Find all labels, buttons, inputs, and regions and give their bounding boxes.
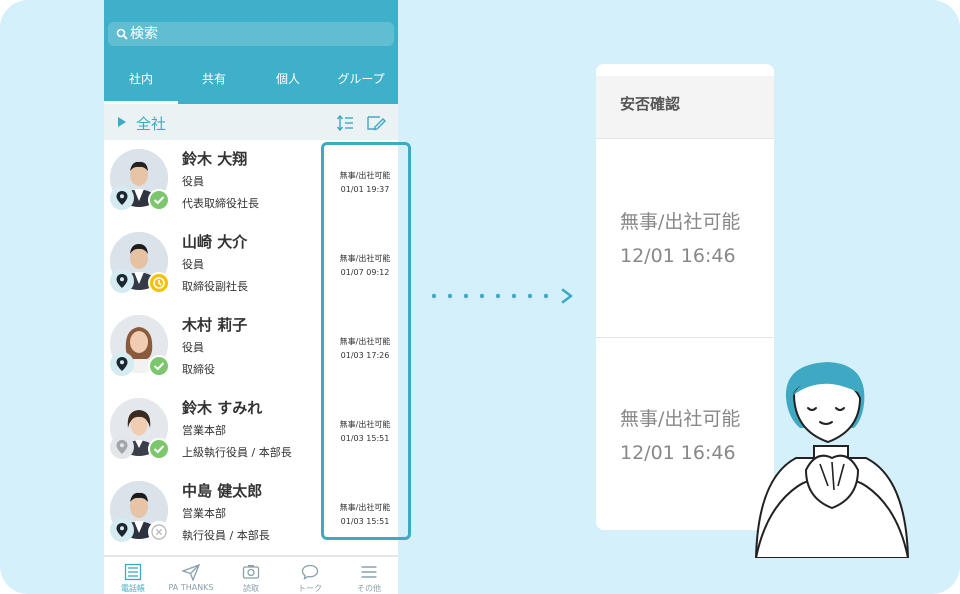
chat-bubble-icon (301, 564, 319, 580)
card-entry-time: 12/01 16:46 (620, 442, 736, 464)
contact-title: 取締役副社長 (182, 280, 248, 293)
card-entry-status: 無事/出社可能 (620, 408, 741, 430)
status-pending-clock-icon (148, 272, 170, 294)
nav-pa-thanks[interactable]: PA THANKS (162, 561, 220, 594)
nav-scan[interactable]: 読取 (222, 561, 280, 594)
contact-name: 山崎 大介 (182, 233, 248, 251)
location-pin-icon[interactable] (110, 518, 134, 542)
nav-other[interactable]: その他 (340, 561, 398, 594)
search-input[interactable]: 検索 (108, 22, 394, 46)
card-entry-time: 12/01 16:46 (620, 245, 736, 267)
location-pin-icon[interactable] (110, 352, 134, 376)
app-header: 検索 社内 共有 個人 グループ (104, 0, 398, 104)
tab-personal[interactable]: 個人 (251, 64, 325, 104)
relieved-woman-illustration (754, 362, 910, 558)
nav-label: 読取 (243, 584, 259, 593)
sort-icon[interactable] (336, 114, 354, 132)
nav-label: トーク (298, 584, 322, 593)
phonebook-icon (124, 563, 142, 581)
location-pin-icon[interactable] (110, 435, 134, 459)
expand-triangle-icon (118, 117, 126, 127)
search-icon (116, 28, 128, 40)
group-selector[interactable]: 全社 (104, 104, 398, 140)
tab-bar: 社内 共有 個人 グループ (104, 64, 398, 104)
illustration-stage: 検索 社内 共有 個人 グループ 全社 鈴木 大翔 役員 代表取締役社長 無事/… (0, 0, 960, 594)
contact-department: 役員 (182, 341, 204, 354)
status-unavailable-icon (148, 521, 170, 543)
tab-shared[interactable]: 共有 (177, 64, 251, 104)
card-header: 安否確認 (596, 76, 774, 139)
nav-talk[interactable]: トーク (281, 561, 339, 594)
contact-department: 役員 (182, 175, 204, 188)
tab-group[interactable]: グループ (324, 64, 398, 104)
contact-title: 執行役員 / 本部長 (182, 529, 270, 542)
contact-name: 鈴木 大翔 (182, 150, 248, 168)
nav-label: その他 (357, 584, 381, 593)
tab-internal[interactable]: 社内 (104, 64, 178, 104)
nav-phonebook[interactable]: 電話帳 (104, 561, 162, 594)
paper-plane-icon (182, 563, 200, 581)
card-entry-status: 無事/出社可能 (620, 211, 741, 233)
status-ok-icon (148, 438, 170, 460)
card-header-label: 安否確認 (620, 95, 681, 113)
menu-icon (361, 566, 377, 578)
nav-label: 電話帳 (121, 584, 145, 593)
contact-title: 上級執行役員 / 本部長 (182, 446, 292, 459)
contact-name: 木村 莉子 (182, 316, 248, 334)
location-pin-icon[interactable] (110, 186, 134, 210)
group-name: 全社 (136, 115, 167, 133)
contact-name: 鈴木 すみれ (182, 399, 263, 417)
camera-scan-icon (242, 565, 260, 579)
status-ok-icon (148, 355, 170, 377)
contact-department: 営業本部 (182, 507, 226, 520)
contact-name: 中島 健太郎 (182, 482, 263, 500)
nav-label: PA THANKS (168, 583, 214, 592)
dotted-arrow-icon (431, 288, 573, 304)
contact-title: 代表取締役社長 (182, 197, 259, 210)
card-entry: 無事/出社可能 12/01 16:46 (596, 139, 774, 338)
contact-title: 取締役 (182, 363, 215, 376)
contact-department: 役員 (182, 258, 204, 271)
contact-department: 営業本部 (182, 424, 226, 437)
status-ok-icon (148, 189, 170, 211)
bottom-navigation: 電話帳 PA THANKS 読取 トーク その他 (104, 556, 398, 594)
search-placeholder: 検索 (130, 26, 158, 42)
safety-column-highlight (321, 142, 411, 540)
location-pin-icon[interactable] (110, 269, 134, 293)
edit-icon[interactable] (366, 114, 386, 132)
